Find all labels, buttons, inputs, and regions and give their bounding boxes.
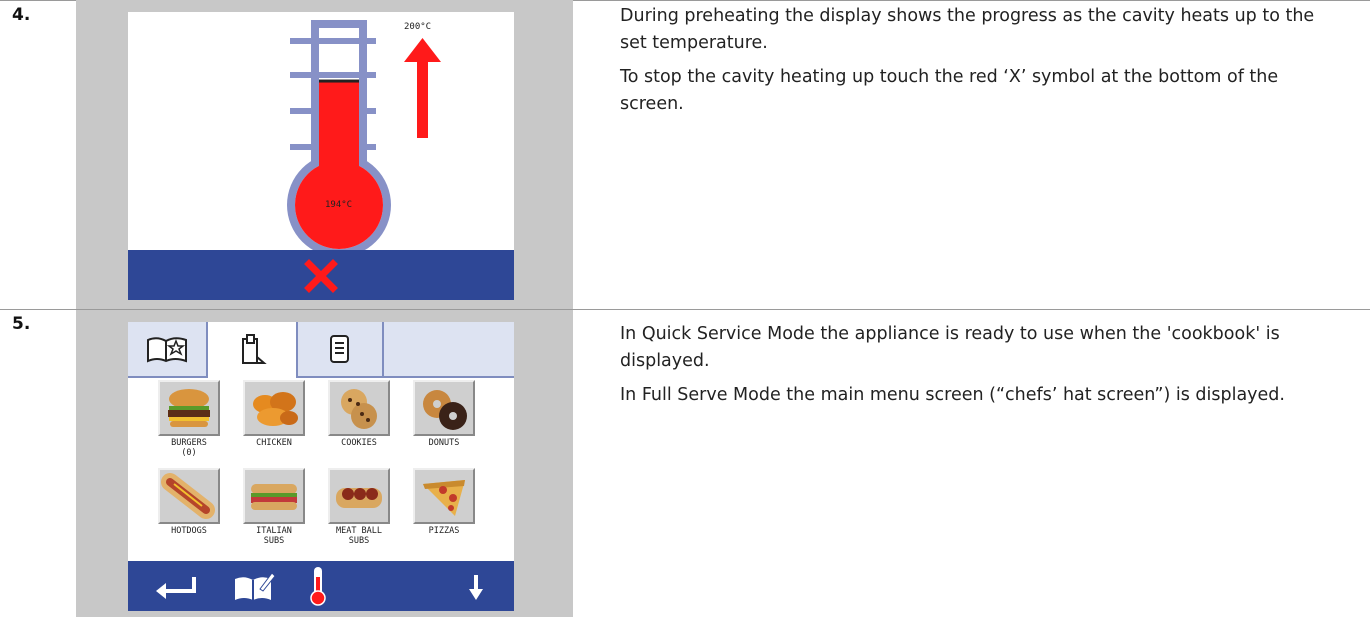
step-description: During preheating the display shows the … — [620, 3, 1340, 125]
category-cookies[interactable] — [328, 380, 390, 436]
back-arrow-icon[interactable] — [154, 573, 198, 603]
up-arrow-icon — [404, 38, 441, 62]
mercury-top-line — [319, 79, 359, 83]
edit-book-icon[interactable] — [232, 569, 276, 603]
cookbook-display: BURGERS (0) CHICKEN COOKIES DONUTS HOTDO… — [128, 322, 514, 611]
category-label: HOTDOGS — [171, 526, 207, 536]
book-star-icon — [147, 337, 187, 363]
pizza-icon — [423, 480, 465, 516]
category-pizzas[interactable] — [413, 468, 475, 524]
tab-cookbook[interactable] — [208, 322, 298, 378]
chicken-icon — [253, 392, 298, 426]
burger-icon — [168, 389, 210, 427]
category-label: DONUTS — [428, 438, 460, 448]
paragraph: In Quick Service Mode the appliance is r… — [620, 324, 1280, 371]
cookbook-screenshot: BURGERS (0) CHICKEN COOKIES DONUTS HOTDO… — [76, 310, 573, 617]
category-label: COOKIES — [341, 438, 377, 448]
tab-bar — [128, 322, 514, 378]
category-label: BURGERS (0) — [171, 438, 207, 458]
category-burgers[interactable] — [158, 380, 220, 436]
category-italian-subs[interactable] — [243, 468, 305, 524]
bottom-bar — [128, 250, 514, 300]
tab-programs[interactable] — [298, 322, 384, 376]
paragraph: In Full Serve Mode the main menu screen … — [620, 385, 1285, 405]
category-meatball-subs[interactable] — [328, 468, 390, 524]
hotdog-icon — [161, 473, 215, 519]
clipboard-icon — [242, 334, 267, 364]
step-number: 4. — [12, 5, 31, 25]
category-label: CHICKEN — [256, 438, 292, 448]
arrow-shaft — [417, 60, 428, 138]
meatball-sub-icon — [336, 488, 382, 508]
category-label: PIZZAS — [428, 526, 460, 536]
donuts-icon — [423, 390, 467, 430]
step-description: In Quick Service Mode the appliance is r… — [620, 321, 1340, 416]
step-number: 5. — [12, 314, 31, 334]
italian-sub-icon — [251, 484, 297, 510]
preheat-display: 200°C 194°C — [128, 12, 514, 300]
preheat-screenshot: 200°C 194°C — [76, 0, 573, 309]
category-hotdogs[interactable] — [158, 468, 220, 524]
category-donuts[interactable] — [413, 380, 475, 436]
category-label: ITALIAN SUBS — [256, 526, 292, 546]
current-temperature: 194°C — [325, 200, 353, 210]
down-arrow-icon[interactable] — [466, 573, 486, 603]
cancel-x-icon[interactable] — [301, 256, 341, 296]
paragraph: During preheating the display shows the … — [620, 6, 1315, 53]
bottom-toolbar — [128, 561, 514, 611]
category-label: MEAT BALL SUBS — [335, 526, 383, 546]
target-temperature: 200°C — [404, 22, 432, 32]
cookies-icon — [341, 389, 377, 429]
category-chicken[interactable] — [243, 380, 305, 436]
thermometer-icon[interactable] — [308, 565, 328, 607]
paragraph: To stop the cavity heating up touch the … — [620, 67, 1279, 114]
tab-favourites[interactable] — [128, 322, 208, 376]
scale-tick — [290, 72, 376, 78]
scale-tick — [290, 38, 376, 44]
document-icon — [330, 335, 349, 363]
